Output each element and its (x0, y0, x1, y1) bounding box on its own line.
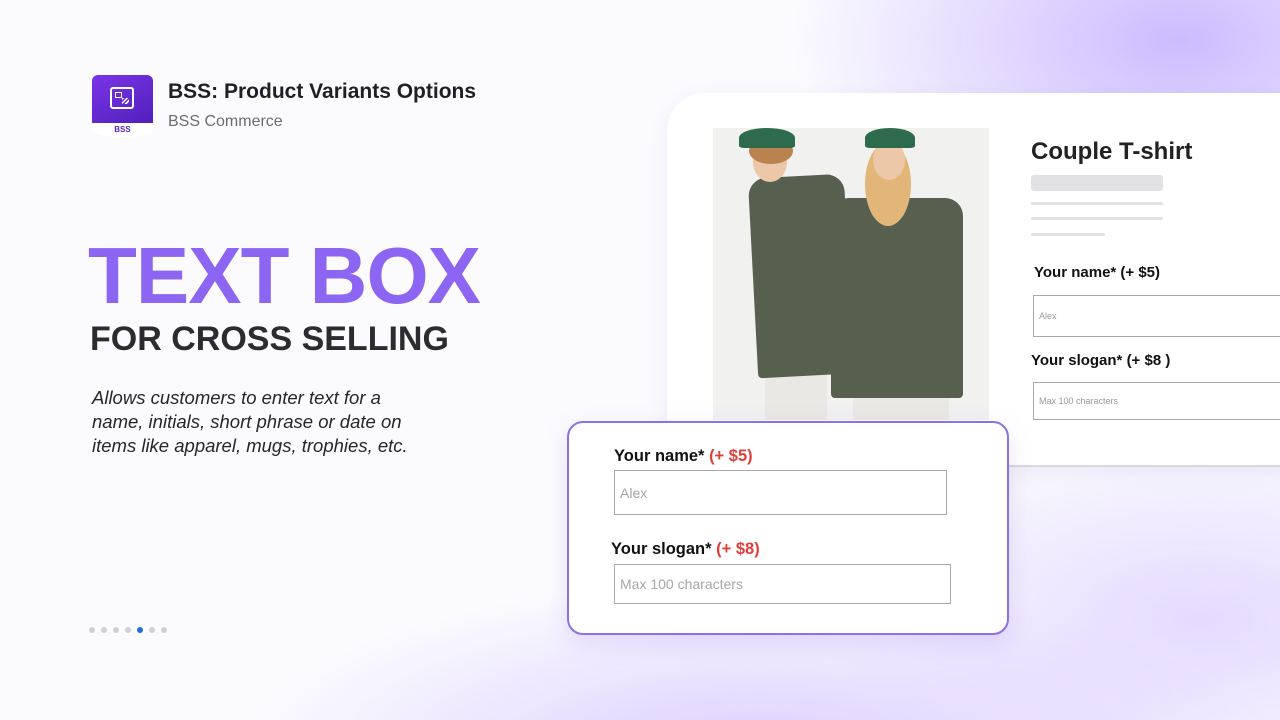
couple-tshirt-photo (713, 128, 989, 420)
name-label-text: Your name* (614, 447, 705, 465)
preview-name-label: Your name* (+ $5) (1034, 264, 1161, 281)
hero-subheadline: FOR CROSS SELLING (90, 320, 449, 358)
name-price: (+ $5) (709, 447, 753, 465)
carousel-dot[interactable] (149, 627, 155, 633)
hero-description: Allows customers to enter text for a nam… (92, 387, 408, 456)
carousel-dot[interactable] (161, 627, 167, 633)
description-placeholder (1031, 202, 1163, 205)
carousel-dots (89, 627, 167, 633)
slogan-input[interactable]: Max 100 characters (614, 564, 951, 604)
price-placeholder (1031, 175, 1163, 191)
carousel-dot[interactable] (101, 627, 107, 633)
app-title: BSS: Product Variants Options (168, 80, 477, 103)
description-placeholder (1031, 233, 1105, 236)
app-logo: BSS (92, 75, 153, 137)
logo-text: BSS (92, 123, 153, 137)
preview-slogan-input[interactable]: Max 100 characters (1033, 382, 1280, 420)
slogan-label-text: Your slogan* (611, 540, 712, 558)
preview-slogan-label: Your slogan* (+ $8 ) (1031, 352, 1171, 369)
carousel-dot[interactable] (113, 627, 119, 633)
product-preview-card: Couple T-shirt Your name* (+ $5) Alex Yo… (667, 93, 1280, 465)
carousel-dot-active[interactable] (137, 627, 143, 633)
hero-headline: TEXT BOX (88, 231, 481, 320)
name-input[interactable]: Alex (614, 470, 947, 515)
slogan-field-label: Your slogan* (+ $8) (611, 540, 760, 559)
carousel-dot[interactable] (125, 627, 131, 633)
name-field-label: Your name* (+ $5) (614, 447, 753, 466)
app-vendor: BSS Commerce (168, 113, 283, 130)
variant-grid-icon (110, 87, 134, 109)
carousel-dot[interactable] (89, 627, 95, 633)
preview-name-input[interactable]: Alex (1033, 295, 1280, 337)
slogan-price: (+ $8) (716, 540, 760, 558)
description-placeholder (1031, 217, 1163, 220)
custom-text-form: Your name* (+ $5) Alex Your slogan* (+ $… (567, 421, 1009, 635)
product-title: Couple T-shirt (1031, 138, 1193, 165)
